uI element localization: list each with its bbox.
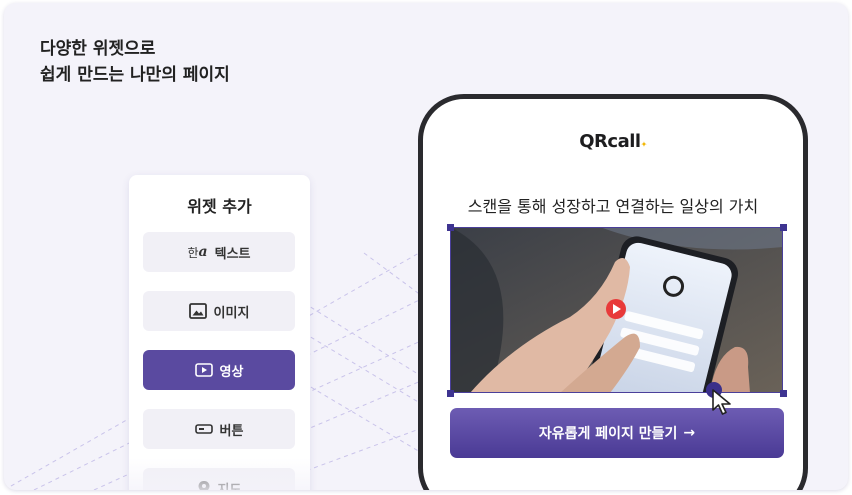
create-page-label: 자유롭게 페이지 만들기 bbox=[538, 426, 678, 442]
selection-frame bbox=[450, 227, 783, 393]
widget-button-label: 버튼 bbox=[219, 423, 244, 439]
widget-video-label: 영상 bbox=[219, 364, 244, 380]
widget-video-button[interactable]: 영상 bbox=[143, 350, 295, 390]
promo-card: 다양한 위젯으로 쉽게 만드는 나만의 페이지 위젯 추가 한a 텍스트 이미지 bbox=[4, 3, 848, 490]
widget-panel: 위젯 추가 한a 텍스트 이미지 영상 버튼 bbox=[129, 175, 310, 490]
widget-panel-title: 위젯 추가 bbox=[187, 197, 252, 216]
resize-handle-bottom-left[interactable] bbox=[447, 390, 454, 397]
headline-line-2: 쉽게 만드는 나만의 페이지 bbox=[40, 65, 230, 85]
resize-handle-bottom-right[interactable] bbox=[780, 390, 787, 397]
panel-fade bbox=[129, 458, 310, 490]
arrow-right-icon: → bbox=[683, 425, 696, 441]
widget-text-label: 텍스트 bbox=[214, 246, 251, 262]
brand-logo: QRcall ✦ bbox=[579, 131, 647, 152]
page-title: 스캔을 통해 성장하고 연결하는 일상의 가치 bbox=[467, 197, 759, 216]
widget-image-label: 이미지 bbox=[213, 305, 250, 321]
mouse-cursor-icon bbox=[712, 389, 731, 415]
resize-handle-top-right[interactable] bbox=[780, 224, 787, 231]
phone-mockup: QRcall ✦ 스캔을 통해 성장하고 연결하는 일상의 가치 자유롭게 페이… bbox=[418, 94, 808, 490]
text-hangul-icon: 한a bbox=[187, 244, 208, 260]
widget-text-button[interactable]: 한a 텍스트 bbox=[143, 232, 295, 272]
widget-image-button[interactable]: 이미지 bbox=[143, 291, 295, 331]
button-icon bbox=[194, 424, 213, 434]
widget-button-button[interactable]: 버튼 bbox=[143, 409, 295, 449]
image-icon bbox=[188, 303, 207, 319]
resize-handle-top-left[interactable] bbox=[447, 224, 454, 231]
video-play-icon bbox=[194, 363, 213, 377]
headline-line-1: 다양한 위젯으로 bbox=[40, 39, 156, 59]
headline: 다양한 위젯으로 쉽게 만드는 나만의 페이지 bbox=[40, 36, 230, 88]
